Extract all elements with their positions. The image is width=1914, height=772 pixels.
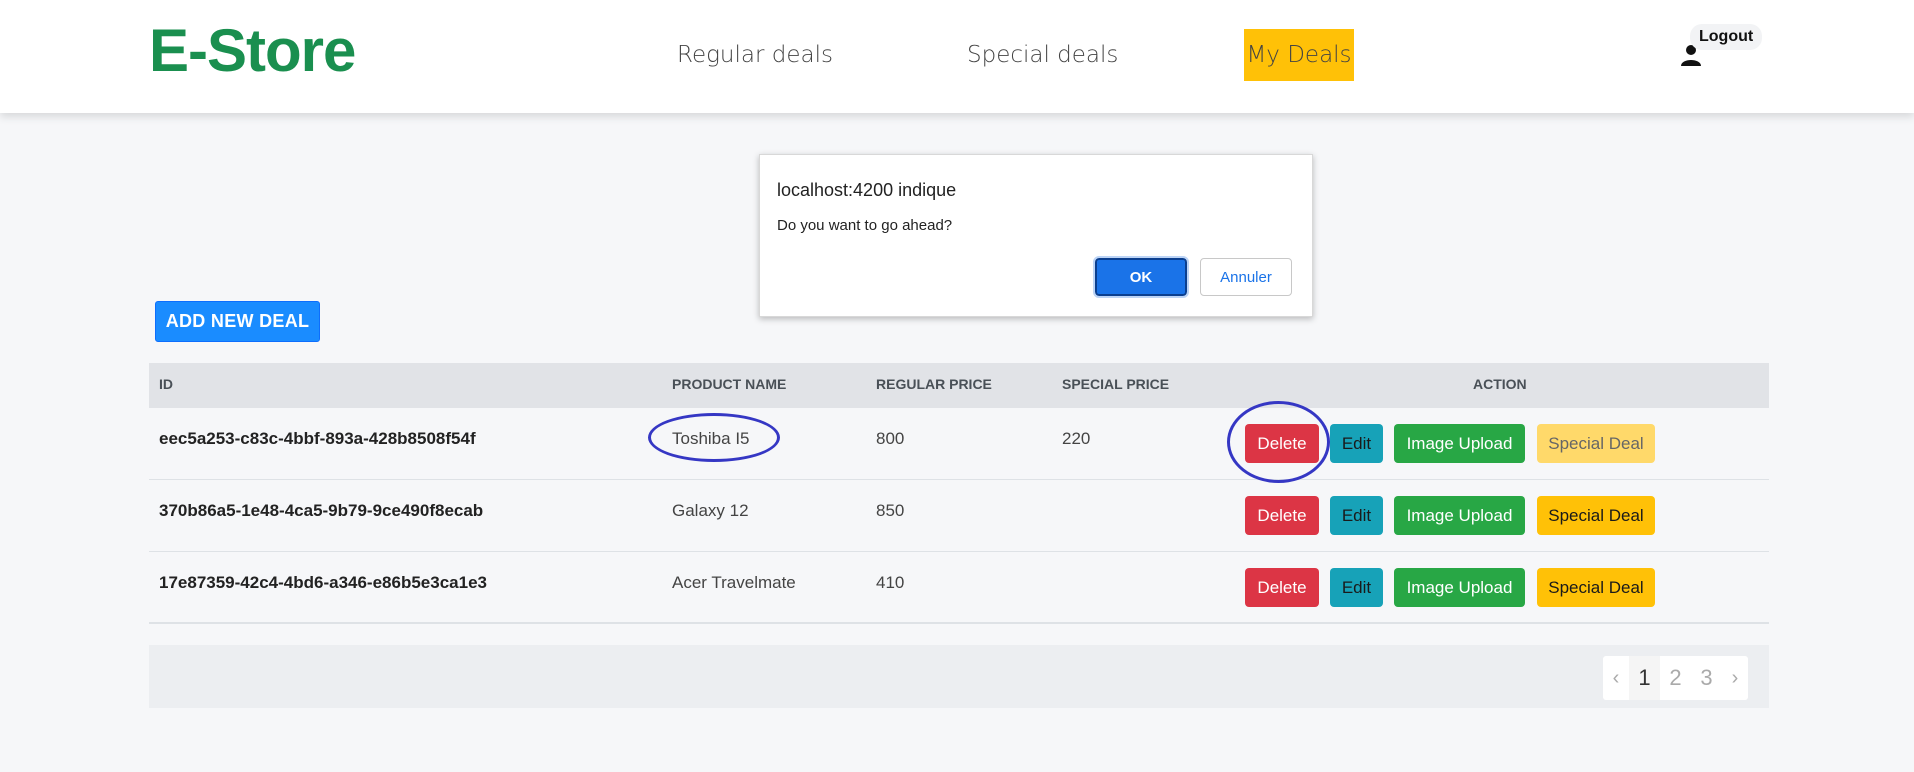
- edit-button[interactable]: Edit: [1330, 496, 1383, 535]
- navbar: E-Store Regular deals Special deals My D…: [0, 0, 1914, 113]
- special-deal-button[interactable]: Special Deal: [1537, 568, 1655, 607]
- pagination: ‹ 1 2 3 ›: [1603, 656, 1748, 700]
- image-upload-button[interactable]: Image Upload: [1394, 424, 1525, 463]
- nav-special-deals[interactable]: Special deals: [967, 29, 1118, 81]
- dialog-message: Do you want to go ahead?: [777, 217, 953, 234]
- pagination-panel: [149, 645, 1769, 708]
- table-row: 370b86a5-1e48-4ca5-9b79-9ce490f8ecab Gal…: [149, 480, 1769, 552]
- cell-product-name: Galaxy 12: [672, 501, 749, 520]
- confirm-dialog: localhost:4200 indique Do you want to go…: [759, 154, 1313, 317]
- user-menu: Logout: [1680, 24, 1763, 80]
- cell-regular-price: 850: [876, 501, 905, 520]
- delete-button[interactable]: Delete: [1245, 568, 1319, 607]
- table-header: ID PRODUCT NAME REGULAR PRICE SPECIAL PR…: [149, 363, 1769, 408]
- cell-special-price: 220: [1062, 429, 1091, 448]
- cell-product-name: Acer Travelmate: [672, 573, 796, 592]
- header-id: ID: [159, 376, 173, 392]
- cell-regular-price: 410: [876, 573, 905, 592]
- dialog-ok-button[interactable]: OK: [1093, 256, 1189, 298]
- header-special-price: SPECIAL PRICE: [1062, 376, 1170, 392]
- pagination-page-3[interactable]: 3: [1691, 656, 1722, 700]
- annotation-circle-delete: [1227, 401, 1330, 483]
- edit-button[interactable]: Edit: [1330, 424, 1383, 463]
- cell-id: 17e87359-42c4-4bd6-a346-e86b5e3ca1e3: [159, 573, 487, 592]
- logout-button[interactable]: Logout: [1690, 24, 1763, 50]
- nav-regular-deals[interactable]: Regular deals: [677, 29, 833, 81]
- deals-table: ID PRODUCT NAME REGULAR PRICE SPECIAL PR…: [149, 363, 1769, 624]
- table-row: eec5a253-c83c-4bbf-893a-428b8508f54f Tos…: [149, 408, 1769, 480]
- image-upload-button[interactable]: Image Upload: [1394, 568, 1525, 607]
- header-action: ACTION: [1473, 376, 1527, 392]
- add-new-deal-button[interactable]: ADD NEW DEAL: [155, 301, 320, 342]
- special-deal-button[interactable]: Special Deal: [1537, 496, 1655, 535]
- pagination-page-2[interactable]: 2: [1660, 656, 1691, 700]
- delete-button[interactable]: Delete: [1245, 496, 1319, 535]
- table-row: 17e87359-42c4-4bd6-a346-e86b5e3ca1e3 Ace…: [149, 552, 1769, 624]
- pagination-page-1[interactable]: 1: [1629, 656, 1660, 700]
- edit-button[interactable]: Edit: [1330, 568, 1383, 607]
- cell-id: 370b86a5-1e48-4ca5-9b79-9ce490f8ecab: [159, 501, 484, 520]
- image-upload-button[interactable]: Image Upload: [1394, 496, 1525, 535]
- header-product-name: PRODUCT NAME: [672, 376, 787, 392]
- pagination-next[interactable]: ›: [1722, 656, 1748, 700]
- nav-my-deals[interactable]: My Deals: [1244, 29, 1354, 81]
- pagination-prev[interactable]: ‹: [1603, 656, 1629, 700]
- dialog-title: localhost:4200 indique: [777, 180, 957, 200]
- header-regular-price: REGULAR PRICE: [876, 376, 992, 392]
- annotation-circle-product: [648, 413, 780, 462]
- brand-logo[interactable]: E-Store: [149, 16, 356, 85]
- special-deal-button[interactable]: Special Deal: [1537, 424, 1655, 463]
- cell-id: eec5a253-c83c-4bbf-893a-428b8508f54f: [159, 429, 476, 448]
- cell-regular-price: 800: [876, 429, 905, 448]
- dialog-cancel-button[interactable]: Annuler: [1200, 258, 1292, 296]
